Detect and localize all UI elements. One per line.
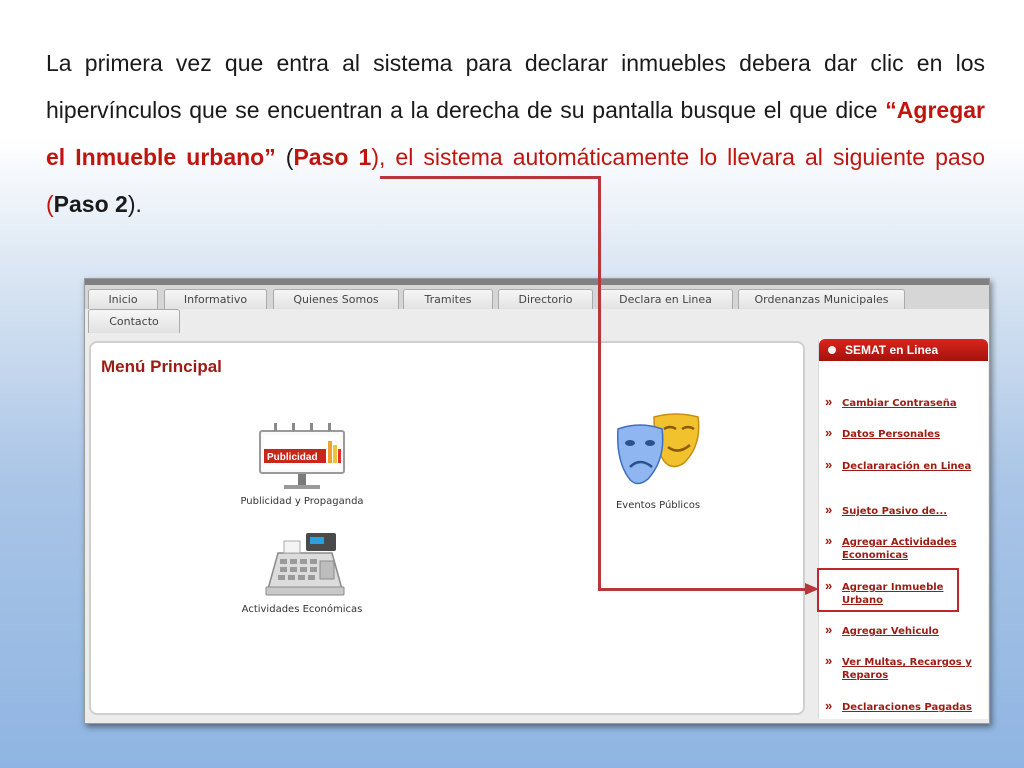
link-declaraciones-pagadas[interactable]: » Declaraciones Pagadas: [825, 698, 985, 714]
tab-inicio[interactable]: Inicio: [88, 289, 158, 309]
tab-declara-en-linea[interactable]: Declara en Linea: [598, 289, 733, 309]
link-agregar-actividades[interactable]: » Agregar Actividades Economicas: [825, 533, 985, 562]
theater-masks-icon: [616, 413, 700, 485]
menu-item-label: Eventos Públicos: [615, 500, 701, 511]
link-label[interactable]: Datos Personales: [842, 428, 985, 441]
menu-item-publicidad[interactable]: Publicidad Publicidad y Propaganda: [227, 419, 377, 507]
step1-label: Paso 1: [293, 144, 372, 170]
nav-tabs: Inicio Informativo Quienes Somos Tramite…: [85, 285, 989, 309]
double-chevron-icon: »: [825, 653, 833, 668]
connector-line-vertical: [598, 176, 601, 590]
link-label[interactable]: Declararación en Linea: [842, 460, 985, 473]
tab-informativo[interactable]: Informativo: [164, 289, 267, 309]
double-chevron-icon: »: [825, 533, 833, 548]
double-chevron-icon: »: [825, 622, 833, 637]
menu-item-actividades[interactable]: Actividades Económicas: [227, 527, 377, 615]
double-chevron-icon: »: [825, 502, 833, 517]
connector-line-bottom: [598, 588, 814, 591]
nav-tabs-row2: Contacto: [85, 309, 989, 335]
instruction-text-4: ).: [127, 191, 142, 217]
double-chevron-icon: »: [825, 425, 833, 440]
billboard-text: Publicidad: [267, 452, 318, 463]
connector-line-top: [380, 176, 600, 179]
double-chevron-icon: »: [825, 457, 833, 472]
step2-label: Paso 2: [53, 191, 128, 217]
instruction-text-1: La primera vez que entra al sistema para…: [46, 50, 985, 123]
sidebar-title: SEMAT en Linea: [845, 343, 939, 357]
double-chevron-icon: »: [825, 394, 833, 409]
link-label[interactable]: Cambiar Contraseña: [842, 397, 985, 410]
billboard-icon: Publicidad: [259, 423, 345, 489]
tab-tramites[interactable]: Tramites: [403, 289, 493, 309]
link-cambiar-contrasena[interactable]: » Cambiar Contraseña: [825, 394, 985, 410]
link-label[interactable]: Sujeto Pasivo de...: [842, 505, 985, 518]
website-screenshot: Inicio Informativo Quienes Somos Tramite…: [84, 278, 990, 724]
link-ver-multas[interactable]: » Ver Multas, Recargos y Reparos: [825, 653, 985, 682]
link-label[interactable]: Agregar Actividades Economicas: [842, 536, 985, 562]
tab-quienes-somos[interactable]: Quienes Somos: [273, 289, 399, 309]
link-datos-personales[interactable]: » Datos Personales: [825, 425, 985, 441]
tab-directorio[interactable]: Directorio: [498, 289, 593, 309]
link-label[interactable]: Agregar Vehiculo: [842, 625, 985, 638]
link-label[interactable]: Ver Multas, Recargos y Reparos: [842, 656, 985, 682]
tab-contacto[interactable]: Contacto: [88, 309, 180, 333]
menu-item-label: Actividades Económicas: [241, 604, 363, 615]
instruction-text-2: (: [275, 144, 294, 170]
bullet-icon: [828, 346, 836, 354]
menu-item-label: Publicidad y Propaganda: [240, 496, 364, 507]
menu-title: Menú Principal: [101, 357, 222, 376]
double-chevron-icon: »: [825, 698, 833, 713]
link-label[interactable]: Declaraciones Pagadas: [842, 701, 985, 714]
link-declaracion-en-linea[interactable]: » Declararación en Linea: [825, 457, 985, 473]
link-sujeto-pasivo[interactable]: » Sujeto Pasivo de...: [825, 502, 985, 518]
instruction-paragraph: La primera vez que entra al sistema para…: [46, 40, 985, 228]
cash-register-icon: [265, 533, 345, 596]
tab-ordenanzas-municipales[interactable]: Ordenanzas Municipales: [738, 289, 905, 309]
highlight-box: [817, 568, 959, 612]
semat-sidebar: SEMAT en Linea » Cambiar Contraseña » Dato…: [818, 339, 988, 719]
sidebar-header: SEMAT en Linea: [819, 339, 988, 361]
main-menu-panel: Menú Principal Publicidad Publicidad y P…: [89, 341, 805, 715]
menu-item-eventos[interactable]: Eventos Públicos: [603, 411, 713, 511]
link-agregar-vehiculo[interactable]: » Agregar Vehiculo: [825, 622, 985, 638]
